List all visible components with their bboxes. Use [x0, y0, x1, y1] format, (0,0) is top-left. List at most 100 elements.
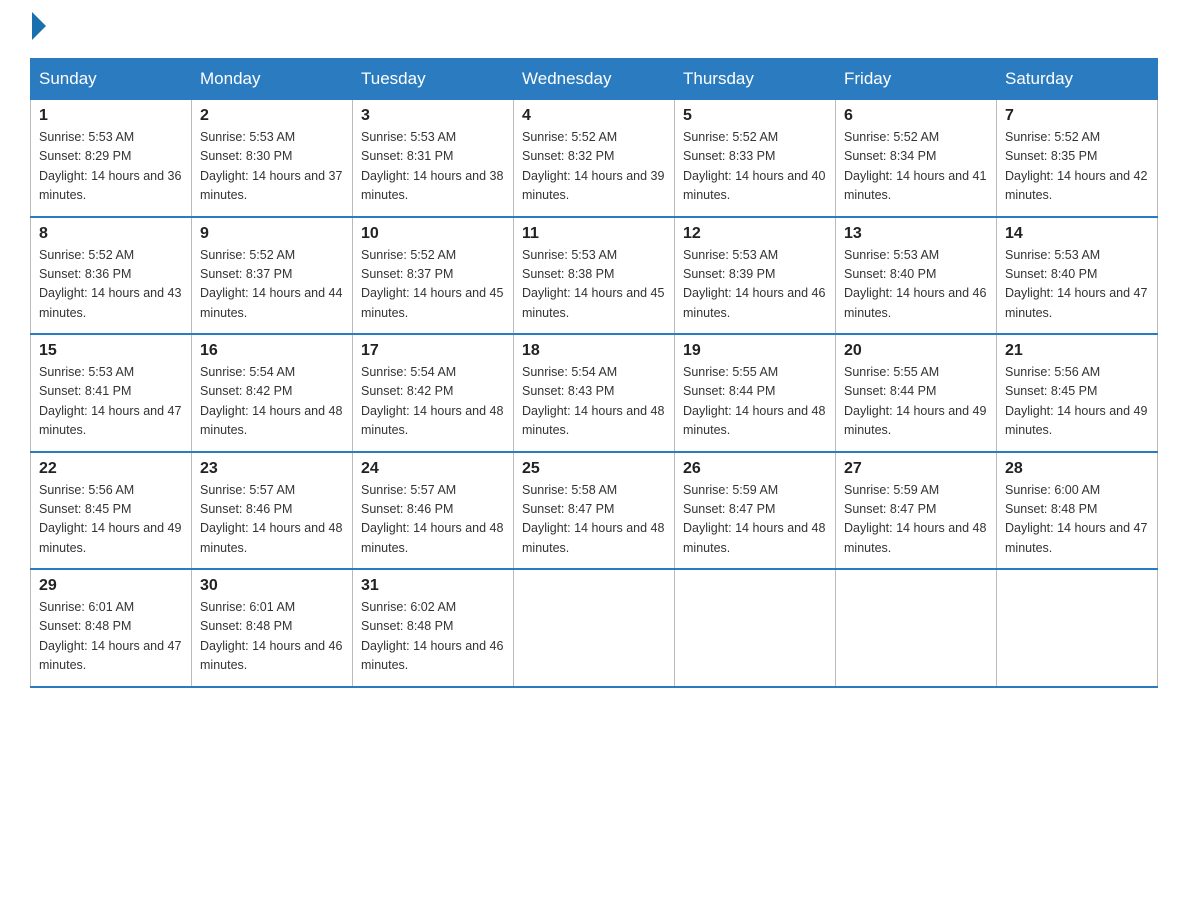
day-info: Sunrise: 5:59 AMSunset: 8:47 PMDaylight:…	[844, 483, 986, 555]
day-info: Sunrise: 5:53 AMSunset: 8:39 PMDaylight:…	[683, 248, 825, 320]
day-number: 20	[844, 342, 988, 360]
day-header-thursday: Thursday	[675, 59, 836, 100]
day-info: Sunrise: 6:01 AMSunset: 8:48 PMDaylight:…	[200, 600, 342, 672]
week-row-4: 22 Sunrise: 5:56 AMSunset: 8:45 PMDaylig…	[31, 452, 1158, 570]
calendar-cell: 3 Sunrise: 5:53 AMSunset: 8:31 PMDayligh…	[353, 100, 514, 217]
day-info: Sunrise: 5:53 AMSunset: 8:40 PMDaylight:…	[1005, 248, 1147, 320]
day-number: 26	[683, 460, 827, 478]
calendar-cell: 8 Sunrise: 5:52 AMSunset: 8:36 PMDayligh…	[31, 217, 192, 335]
calendar-cell: 21 Sunrise: 5:56 AMSunset: 8:45 PMDaylig…	[997, 334, 1158, 452]
calendar-cell: 24 Sunrise: 5:57 AMSunset: 8:46 PMDaylig…	[353, 452, 514, 570]
calendar-cell: 22 Sunrise: 5:56 AMSunset: 8:45 PMDaylig…	[31, 452, 192, 570]
day-number: 24	[361, 460, 505, 478]
calendar-cell: 27 Sunrise: 5:59 AMSunset: 8:47 PMDaylig…	[836, 452, 997, 570]
day-info: Sunrise: 5:52 AMSunset: 8:32 PMDaylight:…	[522, 130, 664, 202]
calendar-cell: 28 Sunrise: 6:00 AMSunset: 8:48 PMDaylig…	[997, 452, 1158, 570]
calendar-cell: 9 Sunrise: 5:52 AMSunset: 8:37 PMDayligh…	[192, 217, 353, 335]
day-info: Sunrise: 5:56 AMSunset: 8:45 PMDaylight:…	[39, 483, 181, 555]
calendar-cell: 25 Sunrise: 5:58 AMSunset: 8:47 PMDaylig…	[514, 452, 675, 570]
day-number: 1	[39, 107, 183, 125]
week-row-2: 8 Sunrise: 5:52 AMSunset: 8:36 PMDayligh…	[31, 217, 1158, 335]
day-number: 5	[683, 107, 827, 125]
day-number: 28	[1005, 460, 1149, 478]
day-info: Sunrise: 5:56 AMSunset: 8:45 PMDaylight:…	[1005, 365, 1147, 437]
day-header-monday: Monday	[192, 59, 353, 100]
day-number: 18	[522, 342, 666, 360]
calendar-cell: 29 Sunrise: 6:01 AMSunset: 8:48 PMDaylig…	[31, 569, 192, 687]
day-info: Sunrise: 5:52 AMSunset: 8:36 PMDaylight:…	[39, 248, 181, 320]
week-row-5: 29 Sunrise: 6:01 AMSunset: 8:48 PMDaylig…	[31, 569, 1158, 687]
day-info: Sunrise: 5:53 AMSunset: 8:31 PMDaylight:…	[361, 130, 503, 202]
calendar-table: SundayMondayTuesdayWednesdayThursdayFrid…	[30, 58, 1158, 688]
day-header-row: SundayMondayTuesdayWednesdayThursdayFrid…	[31, 59, 1158, 100]
day-number: 31	[361, 577, 505, 595]
calendar-cell: 11 Sunrise: 5:53 AMSunset: 8:38 PMDaylig…	[514, 217, 675, 335]
calendar-cell: 17 Sunrise: 5:54 AMSunset: 8:42 PMDaylig…	[353, 334, 514, 452]
day-header-sunday: Sunday	[31, 59, 192, 100]
day-info: Sunrise: 5:57 AMSunset: 8:46 PMDaylight:…	[200, 483, 342, 555]
day-info: Sunrise: 5:58 AMSunset: 8:47 PMDaylight:…	[522, 483, 664, 555]
day-info: Sunrise: 5:53 AMSunset: 8:30 PMDaylight:…	[200, 130, 342, 202]
day-info: Sunrise: 5:53 AMSunset: 8:40 PMDaylight:…	[844, 248, 986, 320]
day-number: 17	[361, 342, 505, 360]
calendar-cell: 20 Sunrise: 5:55 AMSunset: 8:44 PMDaylig…	[836, 334, 997, 452]
day-info: Sunrise: 5:54 AMSunset: 8:42 PMDaylight:…	[361, 365, 503, 437]
day-info: Sunrise: 5:54 AMSunset: 8:42 PMDaylight:…	[200, 365, 342, 437]
day-number: 14	[1005, 225, 1149, 243]
day-number: 21	[1005, 342, 1149, 360]
day-number: 9	[200, 225, 344, 243]
calendar-cell: 31 Sunrise: 6:02 AMSunset: 8:48 PMDaylig…	[353, 569, 514, 687]
calendar-cell: 7 Sunrise: 5:52 AMSunset: 8:35 PMDayligh…	[997, 100, 1158, 217]
day-info: Sunrise: 5:52 AMSunset: 8:34 PMDaylight:…	[844, 130, 986, 202]
day-number: 8	[39, 225, 183, 243]
calendar-cell	[675, 569, 836, 687]
day-info: Sunrise: 5:52 AMSunset: 8:33 PMDaylight:…	[683, 130, 825, 202]
day-number: 22	[39, 460, 183, 478]
day-number: 15	[39, 342, 183, 360]
day-info: Sunrise: 6:00 AMSunset: 8:48 PMDaylight:…	[1005, 483, 1147, 555]
day-number: 27	[844, 460, 988, 478]
day-number: 16	[200, 342, 344, 360]
day-info: Sunrise: 5:57 AMSunset: 8:46 PMDaylight:…	[361, 483, 503, 555]
day-info: Sunrise: 5:53 AMSunset: 8:41 PMDaylight:…	[39, 365, 181, 437]
calendar-cell: 14 Sunrise: 5:53 AMSunset: 8:40 PMDaylig…	[997, 217, 1158, 335]
calendar-cell: 15 Sunrise: 5:53 AMSunset: 8:41 PMDaylig…	[31, 334, 192, 452]
calendar-cell: 23 Sunrise: 5:57 AMSunset: 8:46 PMDaylig…	[192, 452, 353, 570]
day-number: 10	[361, 225, 505, 243]
day-header-friday: Friday	[836, 59, 997, 100]
day-header-saturday: Saturday	[997, 59, 1158, 100]
calendar-cell: 1 Sunrise: 5:53 AMSunset: 8:29 PMDayligh…	[31, 100, 192, 217]
calendar-cell	[997, 569, 1158, 687]
day-info: Sunrise: 5:54 AMSunset: 8:43 PMDaylight:…	[522, 365, 664, 437]
day-info: Sunrise: 6:02 AMSunset: 8:48 PMDaylight:…	[361, 600, 503, 672]
calendar-cell: 30 Sunrise: 6:01 AMSunset: 8:48 PMDaylig…	[192, 569, 353, 687]
day-info: Sunrise: 6:01 AMSunset: 8:48 PMDaylight:…	[39, 600, 181, 672]
day-number: 12	[683, 225, 827, 243]
day-number: 11	[522, 225, 666, 243]
day-info: Sunrise: 5:53 AMSunset: 8:38 PMDaylight:…	[522, 248, 664, 320]
week-row-1: 1 Sunrise: 5:53 AMSunset: 8:29 PMDayligh…	[31, 100, 1158, 217]
day-number: 19	[683, 342, 827, 360]
page-header	[30, 20, 1158, 40]
day-number: 23	[200, 460, 344, 478]
calendar-cell: 19 Sunrise: 5:55 AMSunset: 8:44 PMDaylig…	[675, 334, 836, 452]
calendar-cell: 16 Sunrise: 5:54 AMSunset: 8:42 PMDaylig…	[192, 334, 353, 452]
day-number: 25	[522, 460, 666, 478]
day-number: 29	[39, 577, 183, 595]
day-info: Sunrise: 5:52 AMSunset: 8:35 PMDaylight:…	[1005, 130, 1147, 202]
day-number: 30	[200, 577, 344, 595]
calendar-cell: 10 Sunrise: 5:52 AMSunset: 8:37 PMDaylig…	[353, 217, 514, 335]
calendar-cell: 26 Sunrise: 5:59 AMSunset: 8:47 PMDaylig…	[675, 452, 836, 570]
calendar-cell: 6 Sunrise: 5:52 AMSunset: 8:34 PMDayligh…	[836, 100, 997, 217]
day-number: 7	[1005, 107, 1149, 125]
logo	[30, 20, 46, 40]
day-info: Sunrise: 5:52 AMSunset: 8:37 PMDaylight:…	[200, 248, 342, 320]
calendar-cell: 5 Sunrise: 5:52 AMSunset: 8:33 PMDayligh…	[675, 100, 836, 217]
day-header-tuesday: Tuesday	[353, 59, 514, 100]
calendar-cell	[836, 569, 997, 687]
day-number: 4	[522, 107, 666, 125]
calendar-cell: 4 Sunrise: 5:52 AMSunset: 8:32 PMDayligh…	[514, 100, 675, 217]
day-number: 6	[844, 107, 988, 125]
day-number: 13	[844, 225, 988, 243]
day-number: 2	[200, 107, 344, 125]
